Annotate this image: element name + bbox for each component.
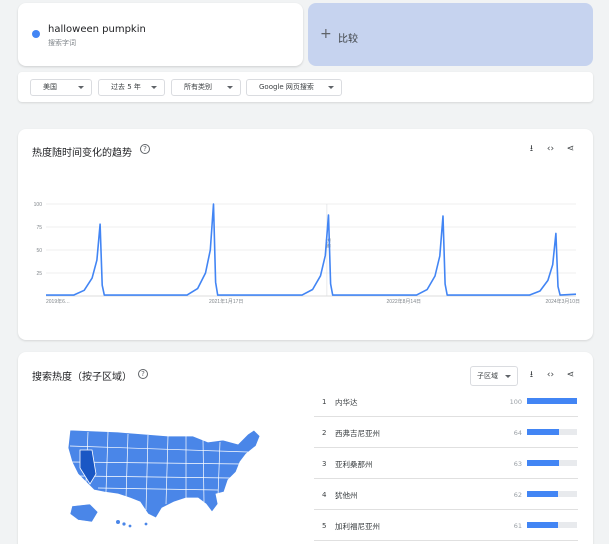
puerto-rico[interactable] <box>144 522 148 526</box>
alaska-state[interactable] <box>69 503 99 523</box>
region-name[interactable]: 内华达 <box>335 397 358 408</box>
region-bar-fill <box>527 398 577 404</box>
y-tick-label: 75 <box>36 225 42 231</box>
category-filter[interactable]: 所有类别 <box>171 79 241 96</box>
hawaii-island[interactable] <box>116 520 120 524</box>
x-tick-label: 2022年8月14日 <box>387 298 421 305</box>
region-bar <box>527 429 577 435</box>
chevron-down-icon <box>328 86 334 89</box>
region-filter[interactable]: 美国 <box>30 79 92 96</box>
search-type-filter-label: Google 网页搜索 <box>259 83 314 91</box>
chevron-down-icon <box>151 86 157 89</box>
series-color-dot <box>32 30 40 38</box>
region-row[interactable]: 2 西弗吉尼亚州 64 <box>314 417 578 448</box>
trend-line-chart[interactable]: 100755025备注2019年6… 2021年1月17日 2022年8月14日 20… <box>18 129 593 340</box>
region-name[interactable]: 加利福尼亚州 <box>335 521 380 532</box>
interest-over-time-panel: 热度随时间变化的趋势 ? ⭳ ‹› ⋖ 100 75 50 25 备注 2019年6… 20… <box>18 129 593 340</box>
x-tick-label: 2019年6… <box>46 298 70 305</box>
region-bar-fill <box>527 491 558 497</box>
region-bar-fill <box>527 522 558 528</box>
filter-bar: 美国 过去 5 年 所有类别 Google 网页搜索 <box>18 72 593 102</box>
region-value: 63 <box>513 460 522 468</box>
region-value: 62 <box>513 491 522 499</box>
region-bar <box>527 522 577 528</box>
search-term-card[interactable]: halloween pumpkin 搜索字词 <box>18 3 303 66</box>
search-term-type: 搜索字词 <box>48 39 76 47</box>
download-icon[interactable]: ⭳ <box>526 370 537 381</box>
y-tick-label: 50 <box>36 248 42 254</box>
region-filter-label: 美国 <box>43 83 57 91</box>
region-rank: 2 <box>322 429 327 437</box>
panel-title: 搜索热度（按子区域） <box>32 372 132 383</box>
region-bar <box>527 491 577 497</box>
interest-by-region-panel: 搜索热度（按子区域） ? 子区域 ⭳ ‹› ⋖ 1 内华达 100 2 西弗吉尼… <box>18 352 593 544</box>
chevron-down-icon <box>227 86 233 89</box>
region-row[interactable]: 5 加利福尼亚州 61 <box>314 510 578 541</box>
region-name[interactable]: 亚利桑那州 <box>335 459 373 470</box>
region-rank: 1 <box>322 398 327 406</box>
search-type-filter[interactable]: Google 网页搜索 <box>246 79 342 96</box>
y-tick-label: 100 <box>34 202 43 208</box>
category-filter-label: 所有类别 <box>184 83 212 91</box>
time-range-filter-label: 过去 5 年 <box>111 83 141 91</box>
hawaii-island[interactable] <box>128 524 132 528</box>
region-bar <box>527 460 577 466</box>
share-icon[interactable]: ⋖ <box>565 370 576 381</box>
x-tick-label: 2021年1月17日 <box>209 298 243 305</box>
help-icon[interactable]: ? <box>138 369 148 379</box>
search-term-name: halloween pumpkin <box>48 24 146 35</box>
region-value: 61 <box>513 522 522 530</box>
region-row[interactable]: 1 内华达 100 <box>314 386 578 417</box>
chevron-down-icon <box>78 86 84 89</box>
region-bar-fill <box>527 460 559 466</box>
embed-icon[interactable]: ‹› <box>545 370 556 381</box>
region-name[interactable]: 犹他州 <box>335 490 358 501</box>
subregion-dropdown-label: 子区域 <box>477 372 498 380</box>
y-tick-label: 25 <box>36 271 42 277</box>
subregion-dropdown[interactable]: 子区域 <box>470 366 518 386</box>
region-row[interactable]: 4 犹他州 62 <box>314 479 578 510</box>
region-name[interactable]: 西弗吉尼亚州 <box>335 428 380 439</box>
region-rank: 3 <box>322 460 327 468</box>
region-bar-fill <box>527 429 559 435</box>
plus-icon: + <box>320 26 332 42</box>
chevron-down-icon <box>505 375 511 378</box>
compare-label: 比较 <box>338 34 358 45</box>
region-value: 100 <box>509 398 522 406</box>
region-value: 64 <box>513 429 522 437</box>
add-comparison-button[interactable]: + 比较 <box>308 3 593 66</box>
region-row[interactable]: 3 亚利桑那州 63 <box>314 448 578 479</box>
us-choropleth-map[interactable] <box>58 422 263 532</box>
x-tick-label: 2024年3月10日 <box>546 298 580 305</box>
region-rank: 4 <box>322 491 327 499</box>
time-range-filter[interactable]: 过去 5 年 <box>98 79 165 96</box>
region-rank: 5 <box>322 522 327 530</box>
region-bar <box>527 398 577 404</box>
us-mainland <box>67 429 261 519</box>
series-line[interactable] <box>46 203 577 296</box>
hawaii-island[interactable] <box>122 522 126 526</box>
